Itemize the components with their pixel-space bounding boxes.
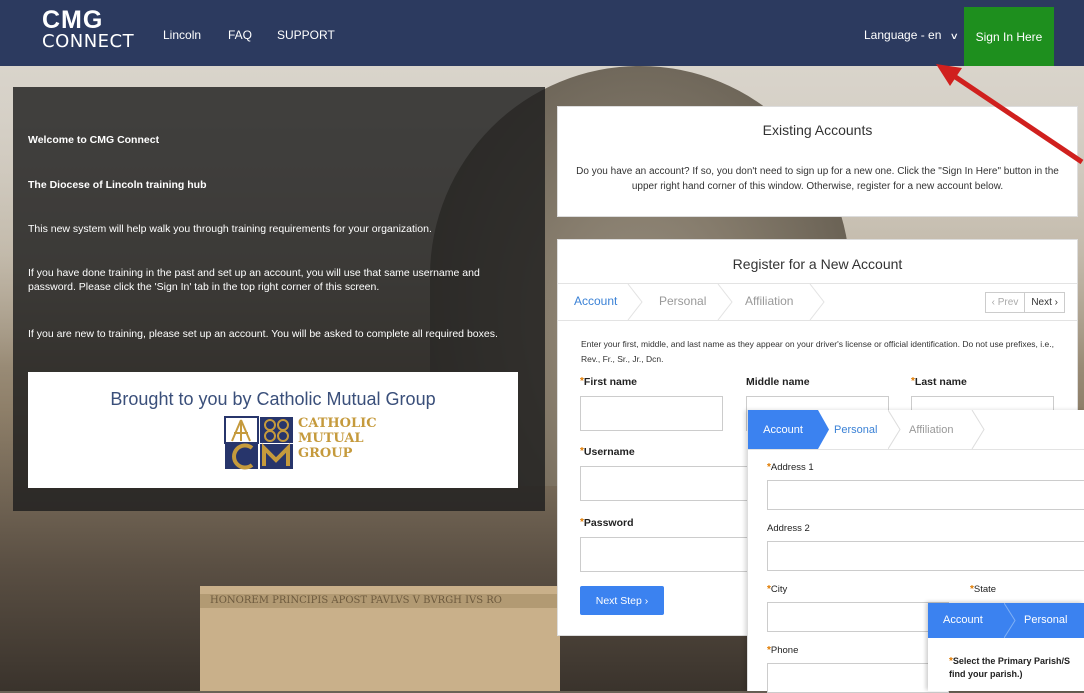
username-text: Username [583, 446, 635, 458]
parish-question-line1: Select the Primary Parish/S [952, 656, 1070, 666]
next-button[interactable]: Next › [1024, 293, 1064, 312]
first-name-text: First name [583, 376, 638, 388]
nav-link-support[interactable]: SUPPORT [277, 28, 335, 42]
nav-link-lincoln[interactable]: Lincoln [163, 28, 201, 42]
facade-image: HONOREM PRINCIPIS APOST PAVLVS V BVRGH I… [200, 586, 570, 691]
address1-input[interactable] [767, 480, 1084, 510]
next-step-button[interactable]: Next Step › [580, 586, 664, 615]
welcome-heading: Welcome to CMG Connect [28, 134, 160, 146]
next-label: Next [1031, 297, 1052, 308]
language-label: Language - en [864, 28, 942, 42]
prev-button[interactable]: ‹ Prev [986, 293, 1025, 312]
catholic-mutual-logo: CATHOLIC MUTUAL GROUP [224, 416, 377, 475]
hub-heading: The Diocese of Lincoln training hub [28, 179, 207, 191]
logo-word-catholic: CATHOLIC [298, 416, 377, 431]
chevron-down-icon: ∨ [949, 31, 959, 41]
prev-label: Prev [997, 297, 1019, 308]
city-input[interactable] [767, 602, 949, 632]
address2-input[interactable] [767, 541, 1084, 571]
password-label: *Password [580, 517, 634, 529]
phone-text: Phone [770, 645, 799, 656]
address1-label: *Address 1 [767, 462, 814, 473]
logo-word-mutual: MUTUAL [298, 431, 364, 446]
sponsor-box: Brought to you by Catholic Mutual Group … [28, 372, 518, 488]
intro-paragraph: This new system will help walk you throu… [28, 223, 432, 235]
last-name-label: *Last name [911, 376, 967, 388]
tab-divider [1004, 603, 1016, 638]
address2-label: Address 2 [767, 523, 810, 534]
red-arrow-annotation [936, 64, 1084, 165]
overlay2-tab-affiliation[interactable]: Affiliation [909, 424, 953, 436]
tab-arrow [818, 410, 829, 449]
phone-label: *Phone [767, 645, 799, 656]
logo-line2: CONNECT [42, 31, 135, 52]
city-text: City [770, 584, 788, 595]
top-navbar: CMG CONNECT Lincoln FAQ SUPPORT Language… [0, 0, 1084, 66]
first-name-input[interactable] [580, 396, 723, 431]
nav-link-faq[interactable]: FAQ [228, 28, 252, 42]
primary-parish-label: *Select the Primary Parish/S find your p… [949, 655, 1084, 681]
logo-word-group: GROUP [298, 446, 353, 461]
sponsor-title: Brought to you by Catholic Mutual Group [110, 389, 436, 409]
phone-input[interactable] [767, 663, 949, 693]
middle-name-label: Middle name [746, 376, 810, 388]
city-label: *City [767, 584, 788, 595]
address1-text: Address 1 [770, 462, 814, 473]
next-step-label: Next Step [595, 594, 642, 607]
step-personal[interactable]: Personal [659, 294, 706, 308]
step-account[interactable]: Account [574, 294, 617, 308]
logo-line1: CMG [42, 6, 104, 34]
step-affiliation[interactable]: Affiliation [745, 294, 793, 308]
parish-question-line2: find your parish.) [949, 669, 1023, 679]
overlay3-tabs: Account Personal [928, 603, 1084, 638]
sign-in-button[interactable]: Sign In Here [964, 7, 1054, 66]
overlay2-tab-account[interactable]: Account [748, 410, 818, 449]
overlay2-tabs: Account Personal Affiliation [748, 410, 1084, 450]
overlay2-tab-personal[interactable]: Personal [834, 424, 877, 436]
state-text: State [973, 584, 997, 595]
state-label: *State [970, 584, 997, 595]
existing-user-paragraph: If you have done training in the past an… [28, 267, 480, 293]
overlay3-tab-account[interactable]: Account [943, 614, 983, 626]
affiliation-overlay: Account Personal *Select the Primary Par… [928, 603, 1084, 691]
last-name-text: Last name [914, 376, 967, 388]
name-instructions: Enter your first, middle, and last name … [581, 339, 1054, 364]
cmg-connect-logo[interactable]: CMG CONNECT [42, 8, 134, 51]
username-label: *Username [580, 446, 635, 458]
wizard-steps: Account Personal Affiliation ‹ Prev Next… [558, 283, 1077, 321]
facade-inscription: HONOREM PRINCIPIS APOST PAVLVS V BVRGH I… [200, 594, 570, 608]
overlay3-tab-personal[interactable]: Personal [1024, 614, 1067, 626]
register-title: Register for a New Account [732, 256, 903, 272]
password-text: Password [583, 517, 634, 529]
language-dropdown[interactable]: Language - en ∨ [864, 28, 959, 42]
first-name-label: *First name [580, 376, 638, 388]
wizard-pager: ‹ Prev Next › [984, 292, 1065, 313]
new-user-paragraph: If you are new to training, please set u… [28, 328, 498, 340]
